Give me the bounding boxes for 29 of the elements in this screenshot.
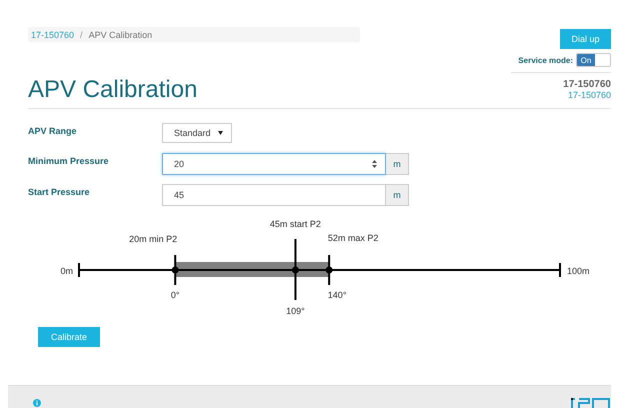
field-label: Minimum Pressure xyxy=(28,155,110,168)
dial-up-button[interactable]: Dial up xyxy=(560,29,611,49)
breadcrumb-separator: / xyxy=(80,30,83,40)
caret-icon xyxy=(218,131,223,135)
scale-start-label: 0m xyxy=(60,266,73,276)
field-label: APV Range xyxy=(28,125,78,138)
range-select[interactable]: Standard xyxy=(162,123,232,143)
scale-end-label: 100m xyxy=(567,266,590,276)
angle-label: 140° xyxy=(328,290,346,300)
pressure-input[interactable]: 45 xyxy=(162,184,386,206)
logo-icon xyxy=(571,398,611,408)
page-title: APV Calibration xyxy=(28,75,198,105)
angle-label: 0° xyxy=(170,290,180,300)
field-label: Start Pressure xyxy=(28,186,91,199)
spinner-icon[interactable] xyxy=(372,160,377,168)
service-mode-toggle[interactable]: On xyxy=(576,53,611,67)
device-id: 17-150760 xyxy=(562,79,611,90)
angle-label: 109° xyxy=(286,306,305,316)
unit-label: m xyxy=(386,153,409,175)
breadcrumb-current: APV Calibration xyxy=(88,30,152,40)
pressure-input[interactable]: 20 xyxy=(162,153,386,175)
marker-label: 20m min P2 xyxy=(129,234,178,244)
breadcrumb-link[interactable]: 17-150760 xyxy=(31,30,74,40)
marker-label: 45m start P2 xyxy=(270,220,321,229)
calibrate-button[interactable]: Calibrate xyxy=(38,327,100,347)
service-mode-label: Service mode: xyxy=(518,56,573,64)
device-link[interactable]: 17-150760 xyxy=(511,90,611,100)
marker-label: 52m max P2 xyxy=(328,233,378,243)
unit-label: m xyxy=(386,184,409,206)
